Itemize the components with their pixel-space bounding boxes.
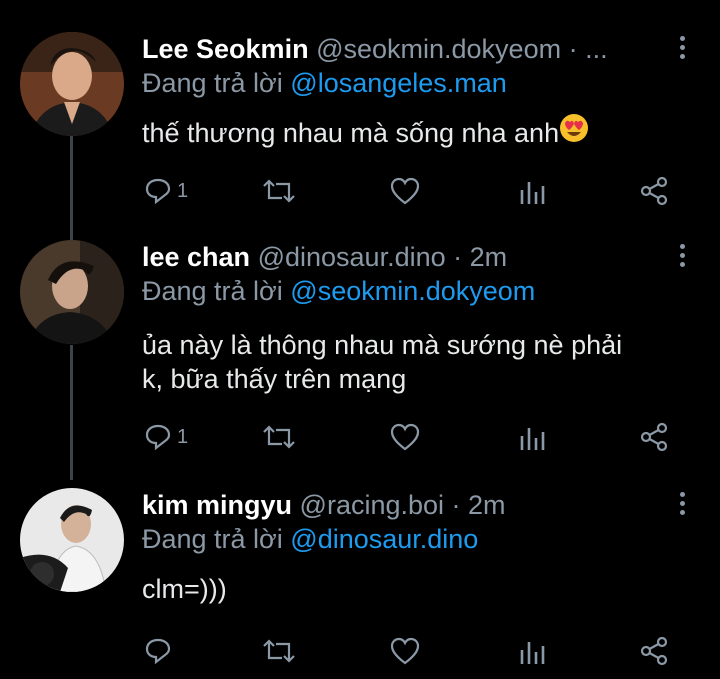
- tweet[interactable]: kim mingyu @racing.boi · 2m Đang trả lời…: [0, 488, 720, 673]
- heart-icon: [390, 423, 420, 451]
- handle-time[interactable]: @seokmin.dokyeom · ...: [316, 34, 608, 64]
- retweet-button[interactable]: [260, 174, 302, 208]
- tweet-text-content: clm=))): [142, 574, 227, 604]
- replying-to-link[interactable]: @seokmin.dokyeom: [290, 276, 535, 306]
- analytics-icon: [520, 642, 545, 664]
- avatar[interactable]: [20, 32, 124, 136]
- handle-time[interactable]: @dinosaur.dino · 2m: [258, 242, 508, 272]
- tweet[interactable]: lee chan @dinosaur.dino · 2m Đang trả lờ…: [0, 240, 720, 470]
- tweet-text-line: ủa này là thông nhau mà sướng nè phải: [142, 330, 623, 360]
- tweet-header: Lee Seokmin @seokmin.dokyeom · ...: [142, 32, 608, 66]
- tweet-actions: [0, 634, 720, 668]
- tweet-actions: 1: [0, 420, 720, 454]
- more-options-icon[interactable]: [676, 492, 688, 518]
- tweet-header: kim mingyu @racing.boi · 2m: [142, 488, 506, 522]
- avatar[interactable]: [20, 488, 124, 592]
- heart-eyes-emoji-icon: [559, 113, 589, 151]
- analytics-icon: [520, 428, 545, 450]
- analytics-button[interactable]: [518, 174, 546, 208]
- tweet-text: ủa này là thông nhau mà sướng nè phải k,…: [142, 328, 687, 396]
- replying-to: Đang trả lời @seokmin.dokyeom: [142, 274, 535, 308]
- share-button[interactable]: [638, 634, 670, 668]
- tweet-actions: 1: [0, 174, 720, 208]
- heart-icon: [390, 177, 420, 205]
- tweet-text-content: thế thương nhau mà sống nha anh: [142, 118, 560, 148]
- reply-button[interactable]: 1: [143, 420, 188, 454]
- like-button[interactable]: [389, 420, 425, 454]
- retweet-button[interactable]: [260, 420, 302, 454]
- display-name[interactable]: Lee Seokmin: [142, 34, 309, 64]
- tweet-text: clm=))): [142, 572, 687, 606]
- replying-to-link[interactable]: @losangeles.man: [290, 68, 507, 98]
- heart-icon: [390, 637, 420, 665]
- replying-to-label: Đang trả lời: [142, 276, 283, 306]
- replying-to: Đang trả lời @losangeles.man: [142, 66, 507, 100]
- analytics-button[interactable]: [518, 420, 546, 454]
- reply-icon: [145, 178, 171, 205]
- share-button[interactable]: [638, 174, 670, 208]
- display-name[interactable]: kim mingyu: [142, 490, 292, 520]
- display-name[interactable]: lee chan: [142, 242, 250, 272]
- reply-button[interactable]: [143, 634, 177, 668]
- retweet-button[interactable]: [260, 634, 302, 668]
- share-icon: [640, 176, 668, 206]
- retweet-icon: [263, 639, 295, 663]
- retweet-icon: [263, 425, 295, 449]
- tweet-text: thế thương nhau mà sống nha anh: [142, 113, 687, 151]
- like-button[interactable]: [389, 174, 425, 208]
- tweet[interactable]: Lee Seokmin @seokmin.dokyeom · ... Đang …: [0, 32, 720, 212]
- tweet-header: lee chan @dinosaur.dino · 2m: [142, 240, 507, 274]
- like-button[interactable]: [389, 634, 425, 668]
- analytics-button[interactable]: [518, 634, 546, 668]
- tweet-text-line: k, bữa thấy trên mạng: [142, 364, 407, 394]
- replying-to-label: Đang trả lời: [142, 68, 283, 98]
- replying-to-link[interactable]: @dinosaur.dino: [290, 524, 478, 554]
- replying-to-label: Đang trả lời: [142, 524, 283, 554]
- reply-count: 1: [177, 425, 189, 448]
- retweet-icon: [263, 179, 295, 203]
- share-icon: [640, 422, 668, 452]
- reply-button[interactable]: 1: [143, 174, 188, 208]
- handle-time[interactable]: @racing.boi · 2m: [300, 490, 506, 520]
- more-options-icon[interactable]: [676, 36, 688, 62]
- share-button[interactable]: [638, 420, 670, 454]
- reply-icon: [145, 638, 171, 665]
- replying-to: Đang trả lời @dinosaur.dino: [142, 522, 478, 556]
- share-icon: [640, 636, 668, 666]
- reply-count: 1: [177, 179, 189, 202]
- analytics-icon: [520, 182, 545, 204]
- more-options-icon[interactable]: [676, 244, 688, 270]
- reply-icon: [145, 424, 171, 451]
- avatar[interactable]: [20, 240, 124, 344]
